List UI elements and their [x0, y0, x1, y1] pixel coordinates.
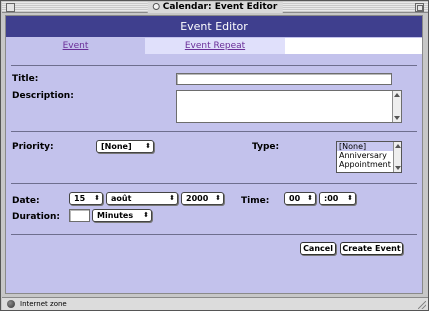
resize-grip-icon[interactable]	[418, 301, 426, 309]
date-month-select[interactable]: août ⬍	[106, 192, 178, 205]
type-label: Type:	[252, 142, 280, 152]
date-day-value: 15	[74, 194, 86, 203]
status-bar: Internet zone	[2, 297, 428, 310]
title-label: Title:	[12, 74, 39, 84]
tab-bar-spacer	[285, 38, 422, 54]
priority-select[interactable]: [None] ⬍	[96, 140, 154, 153]
chevron-updown-icon: ⬍	[143, 211, 149, 219]
time-label: Time:	[241, 196, 270, 206]
time-hour-select[interactable]: 00 ⬍	[284, 192, 316, 205]
chevron-updown-icon: ⬍	[169, 194, 175, 202]
globe-icon	[152, 3, 160, 10]
window-title-text: Calendar: Event Editor	[162, 2, 278, 12]
time-minute-select[interactable]: :00 ⬍	[319, 192, 356, 205]
create-event-button[interactable]: Create Event	[340, 242, 403, 255]
priority-value: [None]	[101, 142, 132, 151]
browser-window: Calendar: Event Editor Event Editor Even…	[0, 0, 429, 311]
divider	[11, 131, 417, 132]
divider	[11, 234, 417, 235]
type-option[interactable]: Appointment	[337, 160, 401, 169]
internet-zone-icon	[7, 300, 15, 308]
date-year-select[interactable]: 2000 ⬍	[181, 192, 224, 205]
chevron-updown-icon: ⬍	[94, 194, 100, 202]
priority-label: Priority:	[12, 142, 54, 152]
type-option[interactable]: [None]	[337, 142, 401, 151]
description-textarea[interactable]	[176, 90, 402, 123]
cancel-button[interactable]: Cancel	[300, 242, 336, 255]
duration-input[interactable]	[69, 209, 90, 222]
type-scrollbar[interactable]	[393, 142, 401, 172]
window-title: Calendar: Event Editor	[147, 2, 283, 13]
divider	[11, 65, 417, 66]
time-minute-value: :00	[324, 194, 339, 203]
chevron-updown-icon: ⬍	[215, 194, 221, 202]
time-hour-value: 00	[289, 194, 301, 203]
chevron-updown-icon: ⬍	[307, 194, 313, 202]
chevron-updown-icon: ⬍	[145, 142, 151, 150]
title-bar[interactable]: Calendar: Event Editor	[2, 2, 428, 13]
close-box-icon[interactable]	[6, 3, 15, 12]
duration-unit-value: Minutes	[97, 211, 134, 220]
tab-bar: Event Event Repeat	[6, 38, 422, 54]
description-scrollbar[interactable]	[392, 91, 401, 122]
event-editor-panel: Event Editor Event Event Repeat Title: D…	[5, 15, 423, 294]
scroll-up-icon[interactable]	[394, 93, 400, 97]
type-listbox[interactable]: [None] Anniversary Appointment	[336, 141, 402, 173]
duration-label: Duration:	[12, 212, 60, 222]
divider	[11, 183, 417, 184]
scroll-down-icon[interactable]	[394, 116, 400, 120]
date-month-value: août	[111, 194, 132, 203]
zoom-box-icon[interactable]	[415, 3, 424, 12]
scroll-down-icon[interactable]	[395, 166, 401, 170]
status-text: Internet zone	[20, 300, 67, 308]
tab-event-repeat[interactable]: Event Repeat	[145, 38, 285, 54]
title-input[interactable]	[176, 73, 392, 85]
date-year-value: 2000	[186, 194, 209, 203]
chevron-updown-icon: ⬍	[347, 194, 353, 202]
page-title: Event Editor	[6, 16, 422, 37]
duration-unit-select[interactable]: Minutes ⬍	[92, 209, 152, 222]
date-day-select[interactable]: 15 ⬍	[69, 192, 103, 205]
description-label: Description:	[12, 91, 74, 101]
date-label: Date:	[12, 196, 40, 206]
type-option[interactable]: Anniversary	[337, 151, 401, 160]
scroll-up-icon[interactable]	[395, 144, 401, 148]
tab-event[interactable]: Event	[6, 38, 145, 54]
